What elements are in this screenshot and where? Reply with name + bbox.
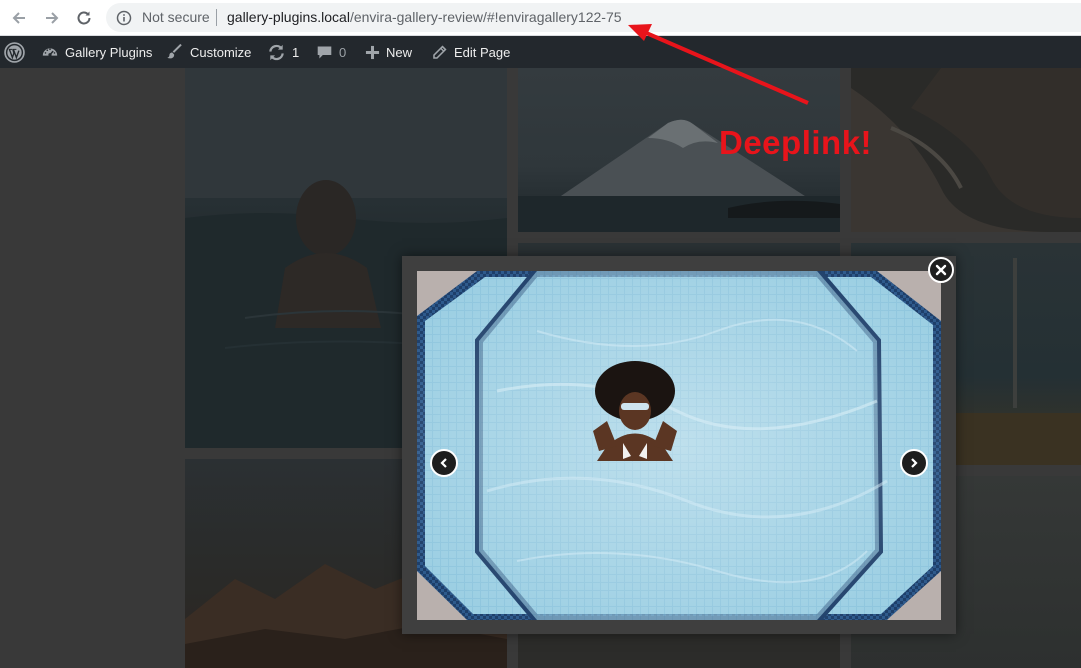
annotation-arrow — [628, 24, 809, 105]
deeplink-annotation: Deeplink! — [719, 124, 873, 161]
